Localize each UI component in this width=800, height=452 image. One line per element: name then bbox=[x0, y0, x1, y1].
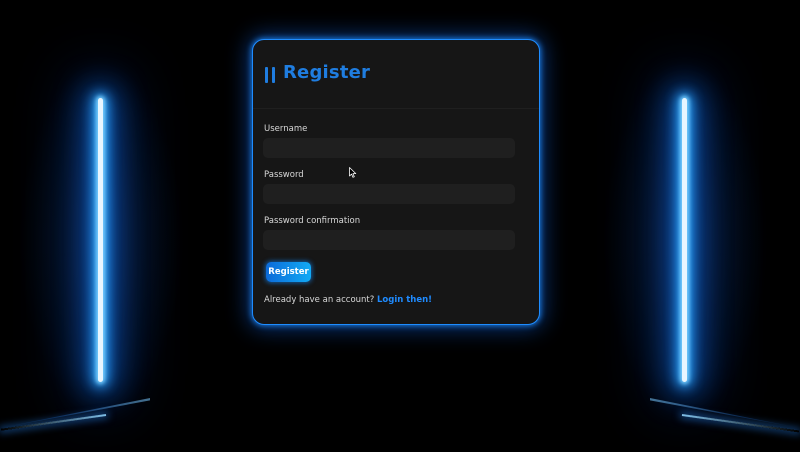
right-floor-reflection bbox=[650, 398, 800, 428]
page-title: Register bbox=[283, 62, 371, 83]
login-prompt-text: Already have an account? bbox=[264, 295, 375, 305]
password-confirmation-input[interactable] bbox=[263, 230, 515, 250]
username-label: Username bbox=[264, 124, 308, 134]
page-background: Register Username Password Password conf… bbox=[0, 0, 800, 452]
username-input[interactable] bbox=[263, 138, 515, 158]
card-header: Register bbox=[253, 40, 539, 109]
password-input[interactable] bbox=[263, 184, 515, 204]
password-confirmation-label: Password confirmation bbox=[264, 216, 361, 226]
login-link[interactable]: Login then! bbox=[377, 295, 432, 305]
left-floor-line bbox=[0, 414, 107, 431]
login-prompt: Already have an account? Login then! bbox=[264, 295, 432, 305]
register-button[interactable]: Register bbox=[266, 262, 311, 282]
arrow-cursor-icon bbox=[349, 167, 357, 178]
register-card: Register Username Password Password conf… bbox=[252, 39, 540, 325]
left-floor-reflection bbox=[0, 398, 150, 428]
double-bar-icon bbox=[265, 67, 275, 83]
left-neon-light bbox=[98, 98, 103, 382]
password-label: Password bbox=[264, 170, 304, 180]
right-neon-light bbox=[682, 98, 687, 382]
